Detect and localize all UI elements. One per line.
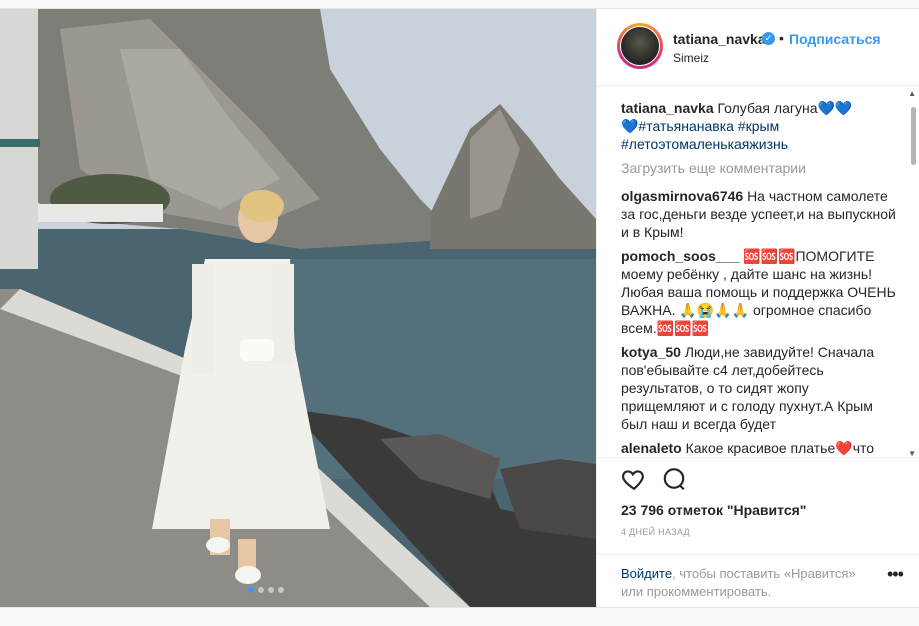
caption-username[interactable]: tatiana_navka <box>621 100 714 116</box>
verified-badge-icon: ✓ <box>762 32 775 45</box>
login-link[interactable]: Войдите <box>621 566 672 581</box>
scroll-up-arrow-icon[interactable]: ▲ <box>908 89 916 98</box>
load-more-comments-button[interactable]: Загрузить еще комментарии <box>621 159 896 177</box>
comment-item: olgasmirnova6746 На частном самолете за … <box>621 187 896 241</box>
separator-dot: • <box>779 30 784 46</box>
caption-hashtags-2[interactable]: #летоэтомаленькаяжизнь <box>621 136 788 152</box>
login-text-1: , чтобы поставить «Нравится» <box>672 566 856 581</box>
more-options-icon[interactable]: ••• <box>887 565 904 583</box>
login-prompt-text: Войдите, чтобы поставить «Нравится» или … <box>621 565 881 601</box>
post-timestamp[interactable]: 4 ДНЕЙ НАЗАД <box>621 527 690 537</box>
comment-username[interactable]: olgasmirnova6746 <box>621 188 743 204</box>
comment-item: pomoch_soos___ 🆘🆘🆘ПОМОГИТЕ моему ребёнку… <box>621 247 896 337</box>
avatar[interactable] <box>617 23 663 69</box>
username-link[interactable]: tatiana_navka <box>673 31 766 47</box>
caption: tatiana_navka Голубая лагуна💙💙 💙#татьяна… <box>621 99 896 153</box>
comment-icon[interactable] <box>661 466 687 492</box>
follow-button[interactable]: Подписаться <box>789 31 881 47</box>
comment-text: Какое красивое платье❤️что <box>685 440 875 456</box>
likes-count[interactable]: 23 796 отметок "Нравится" <box>621 502 806 518</box>
comment-username[interactable]: pomoch_soos___ <box>621 248 739 264</box>
caption-hashtags-1[interactable]: 💙#татьянанавка #крым <box>621 118 779 134</box>
avatar-image <box>620 26 660 66</box>
carousel-dot <box>268 587 274 593</box>
carousel-dot <box>278 587 284 593</box>
caption-text: Голубая лагуна💙💙 <box>717 100 853 116</box>
post-actions: 23 796 отметок "Нравится" 4 ДНЕЙ НАЗАД В… <box>597 457 919 608</box>
instagram-post: tatiana_navka ✓ • Подписаться Simeiz tat… <box>0 8 919 608</box>
carousel-dot-active <box>248 587 254 593</box>
login-text-2: или прокомментировать. <box>621 584 772 599</box>
location-link[interactable]: Simeiz <box>673 51 709 65</box>
comment-item: kotya_50 Люди,не завидуйте! Сначала пов'… <box>621 343 896 433</box>
comments-scrollbar[interactable] <box>911 107 916 165</box>
comment-username[interactable]: alenaleto <box>621 440 682 456</box>
comment-item: alenaleto Какое красивое платье❤️что <box>621 439 896 457</box>
comment-username[interactable]: kotya_50 <box>621 344 681 360</box>
heart-icon[interactable] <box>621 466 647 492</box>
login-prompt: Войдите, чтобы поставить «Нравится» или … <box>597 554 919 609</box>
carousel-dot <box>258 587 264 593</box>
post-photo[interactable] <box>0 9 596 607</box>
photo-scene <box>0 9 596 607</box>
carousel-indicator <box>248 587 284 593</box>
post-header: tatiana_navka ✓ • Подписаться Simeiz <box>597 9 919 86</box>
post-sidebar: tatiana_navka ✓ • Подписаться Simeiz tat… <box>596 9 919 607</box>
comments-list[interactable]: tatiana_navka Голубая лагуна💙💙 💙#татьяна… <box>597 99 919 457</box>
